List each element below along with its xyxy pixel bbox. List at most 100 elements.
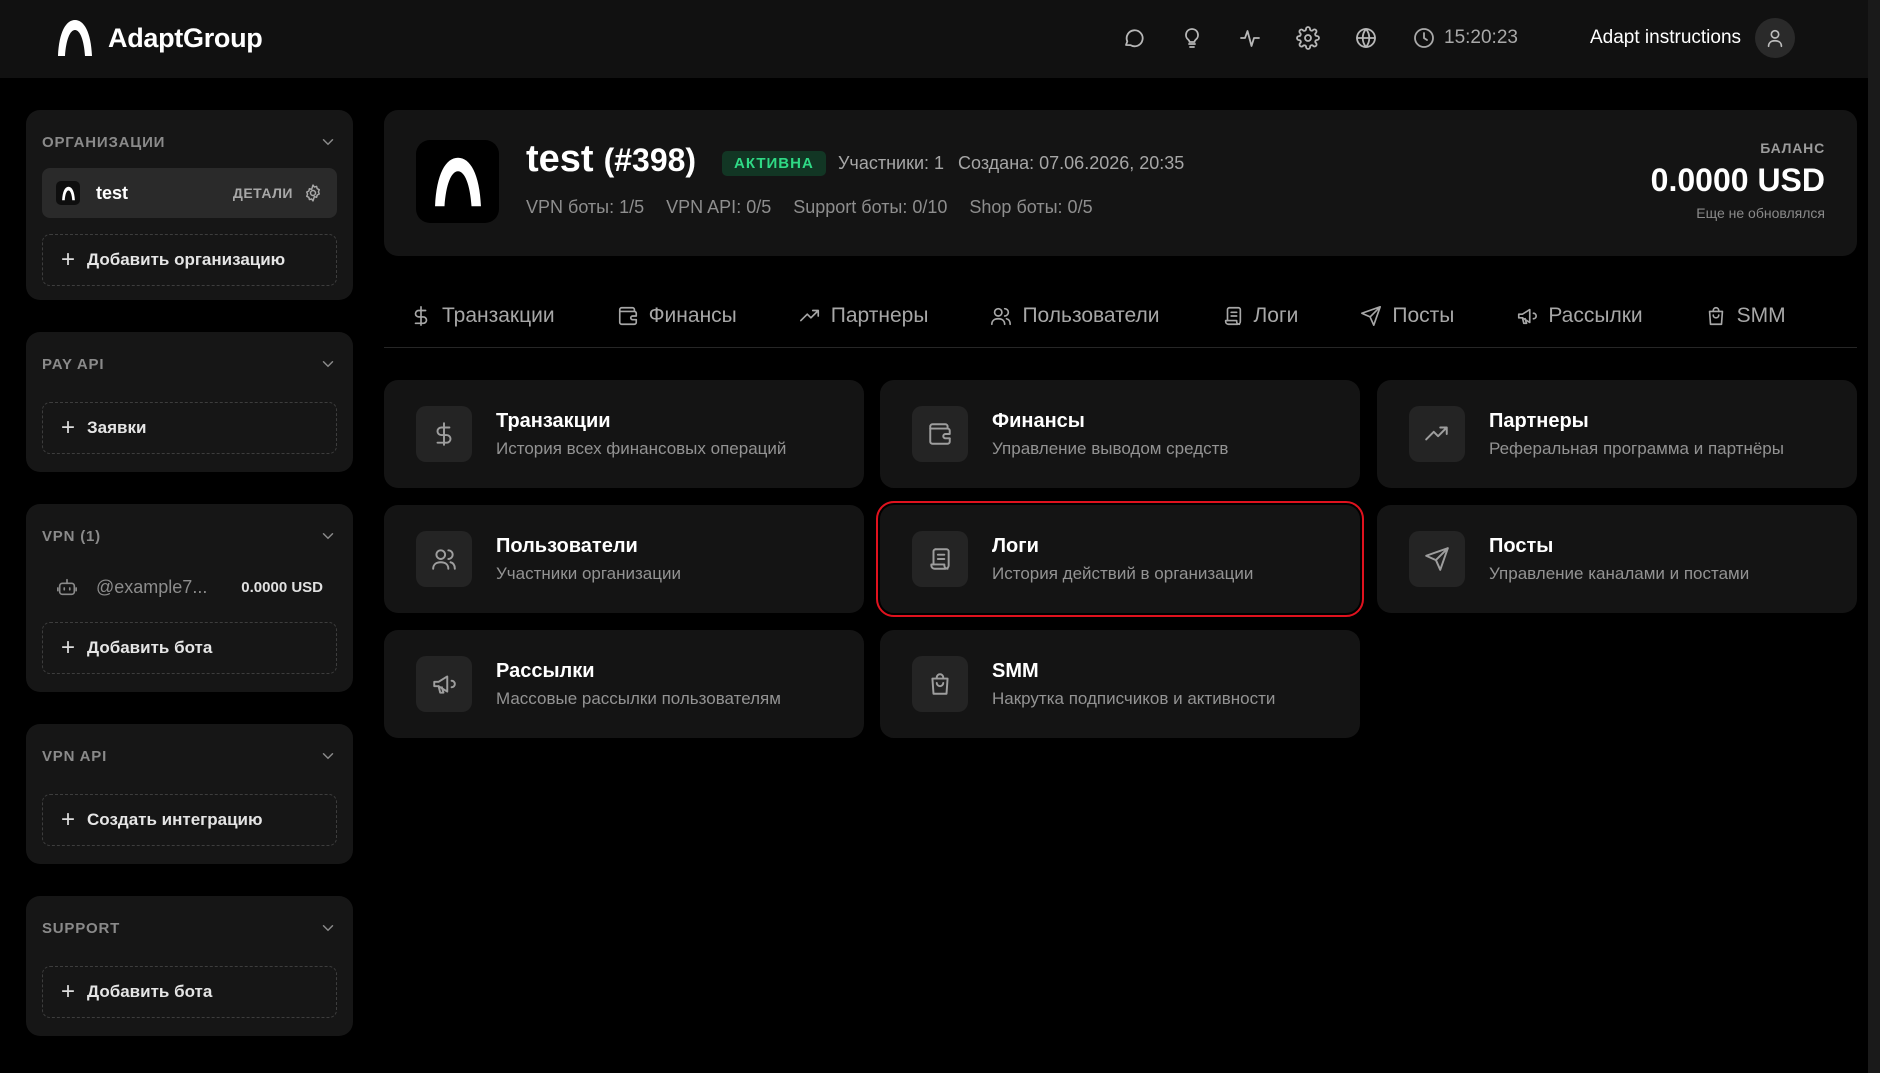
organization-logo-icon: [416, 140, 499, 223]
organizations-panel: ОРГАНИЗАЦИИ test ДЕТАЛИ + Добавить орган…: [26, 110, 353, 300]
trending-up-icon: [799, 309, 819, 321]
vpn-api-limit: VPN API: 0/5: [666, 197, 772, 217]
tab-label: Рассылки: [1548, 303, 1643, 327]
chevron-down-icon[interactable]: [319, 355, 337, 373]
panel-title: SUPPORT: [42, 919, 121, 937]
tab-label: Финансы: [648, 303, 737, 327]
card-subtitle: Массовые рассылки пользователям: [496, 688, 781, 708]
clock-time: 15:20:23: [1444, 27, 1518, 48]
lightbulb-icon[interactable]: [1176, 22, 1208, 54]
vpn-header[interactable]: VPN (1): [42, 520, 337, 552]
tab-smm[interactable]: SMM: [1705, 304, 1786, 328]
panel-title: ОРГАНИЗАЦИИ: [42, 133, 166, 151]
requests-button[interactable]: + Заявки: [42, 402, 337, 454]
user-menu[interactable]: Adapt instructions: [1590, 18, 1796, 58]
megaphone-icon: [1518, 308, 1538, 324]
tab-finance[interactable]: Финансы: [617, 304, 737, 328]
sidebar: ОРГАНИЗАЦИИ test ДЕТАЛИ + Добавить орган…: [26, 110, 353, 1068]
header-icon-group: [1118, 22, 1382, 54]
organization-meta: Участники: 1 Создана: 07.06.2026, 20:35: [838, 153, 1184, 174]
tab-label: SMM: [1736, 303, 1786, 327]
card-partners[interactable]: Партнеры Реферальная программа и партнёр…: [1377, 380, 1857, 488]
brand-logo-icon: [58, 20, 92, 56]
avatar[interactable]: [1755, 18, 1796, 58]
brand[interactable]: AdaptGroup: [56, 18, 263, 58]
requests-label: Заявки: [87, 418, 147, 437]
brand-name: AdaptGroup: [108, 22, 263, 53]
tab-bar: Транзакции Финансы Партнеры Пользователи…: [384, 284, 1857, 348]
shop-bots-limit: Shop боты: 0/5: [969, 197, 1093, 217]
card-subtitle: История действий в организации: [992, 563, 1254, 583]
tab-partners[interactable]: Партнеры: [799, 303, 929, 328]
scrollbar[interactable]: [1868, 0, 1880, 1073]
plus-icon: +: [61, 414, 76, 441]
tab-transactions[interactable]: Транзакции: [410, 304, 555, 328]
tab-label: Партнеры: [830, 303, 929, 327]
add-vpn-bot-button[interactable]: + Добавить бота: [42, 622, 337, 674]
tab-posts[interactable]: Посты: [1360, 304, 1454, 328]
tab-logs[interactable]: Логи: [1222, 303, 1299, 328]
card-users[interactable]: Пользователи Участники организации: [384, 505, 864, 613]
card-title: Посты: [1489, 534, 1554, 557]
chevron-down-icon[interactable]: [319, 133, 337, 151]
support-bots-limit: Support боты: 0/10: [793, 197, 948, 217]
balance-block: БАЛАНС 0.0000 USD Еще не обновлялся: [1651, 140, 1825, 221]
chevron-down-icon[interactable]: [319, 527, 337, 545]
panel-title: VPN API: [42, 747, 108, 765]
card-subtitle: Реферальная программа и партнёры: [1489, 438, 1784, 458]
scroll-icon: [1224, 306, 1241, 325]
balance-value: 0.0000 USD: [1650, 162, 1825, 198]
card-finance[interactable]: Финансы Управление выводом средств: [880, 380, 1360, 488]
organization-item[interactable]: test ДЕТАЛИ: [42, 168, 337, 218]
wallet-icon: [912, 406, 968, 462]
plus-icon: +: [61, 634, 76, 661]
settings-icon[interactable]: [1292, 22, 1324, 54]
created-date: Создана: 07.06.2026, 20:35: [958, 153, 1185, 173]
details-link[interactable]: ДЕТАЛИ: [233, 185, 293, 201]
vpn-panel: VPN (1) @example7... 0.0000 USD + Добави…: [26, 504, 353, 692]
organization-id: (#398): [603, 142, 697, 178]
organizations-header[interactable]: ОРГАНИЗАЦИИ: [42, 126, 337, 158]
organization-name: test: [96, 182, 129, 203]
top-bar: AdaptGroup 15:20:23 Adapt instructions: [0, 0, 1880, 78]
add-organization-button[interactable]: + Добавить организацию: [42, 234, 337, 286]
chevron-down-icon[interactable]: [319, 919, 337, 937]
globe-icon[interactable]: [1350, 22, 1382, 54]
card-title: Логи: [992, 534, 1039, 557]
activity-icon[interactable]: [1234, 22, 1266, 54]
pay-api-header[interactable]: PAY API: [42, 348, 337, 380]
gear-icon[interactable]: [303, 183, 323, 203]
chat-icon[interactable]: [1118, 22, 1150, 54]
card-title: Рассылки: [496, 659, 595, 682]
scroll-icon: [912, 531, 968, 587]
vpn-api-header[interactable]: VPN API: [42, 740, 337, 772]
trending-up-icon: [1409, 406, 1465, 462]
card-logs[interactable]: Логи История действий в организации: [876, 501, 1364, 617]
tab-label: Транзакции: [442, 303, 555, 327]
tab-mailings[interactable]: Рассылки: [1516, 303, 1643, 328]
vpn-bot-item[interactable]: @example7... 0.0000 USD: [42, 566, 337, 608]
support-header[interactable]: SUPPORT: [42, 912, 337, 944]
card-mailings[interactable]: Рассылки Массовые рассылки пользователям: [384, 630, 864, 738]
organization-limits: VPN боты: 1/5 VPN API: 0/5 Support боты:…: [526, 197, 1093, 218]
user-name: Adapt instructions: [1590, 27, 1742, 48]
vpn-api-panel: VPN API + Создать интеграцию: [26, 724, 353, 864]
tab-users[interactable]: Пользователи: [990, 303, 1160, 328]
add-support-bot-button[interactable]: + Добавить бота: [42, 966, 337, 1018]
tab-label: Логи: [1253, 303, 1299, 327]
card-smm[interactable]: SMM Накрутка подписчиков и активности: [880, 630, 1360, 738]
plus-icon: +: [61, 806, 76, 833]
card-posts[interactable]: Посты Управление каналами и постами: [1377, 505, 1857, 613]
card-title: Финансы: [992, 409, 1085, 432]
bot-balance: 0.0000 USD: [241, 578, 323, 596]
create-integration-button[interactable]: + Создать интеграцию: [42, 794, 337, 846]
card-transactions[interactable]: Транзакции История всех финансовых опера…: [384, 380, 864, 488]
users-icon: [416, 531, 472, 587]
send-icon: [1409, 531, 1465, 587]
chevron-down-icon[interactable]: [319, 747, 337, 765]
card-title: Пользователи: [496, 534, 638, 557]
support-panel: SUPPORT + Добавить бота: [26, 896, 353, 1036]
tab-label: Пользователи: [1022, 303, 1160, 327]
add-organization-label: Добавить организацию: [87, 250, 286, 269]
balance-note: Еще не обновлялся: [1696, 205, 1825, 221]
